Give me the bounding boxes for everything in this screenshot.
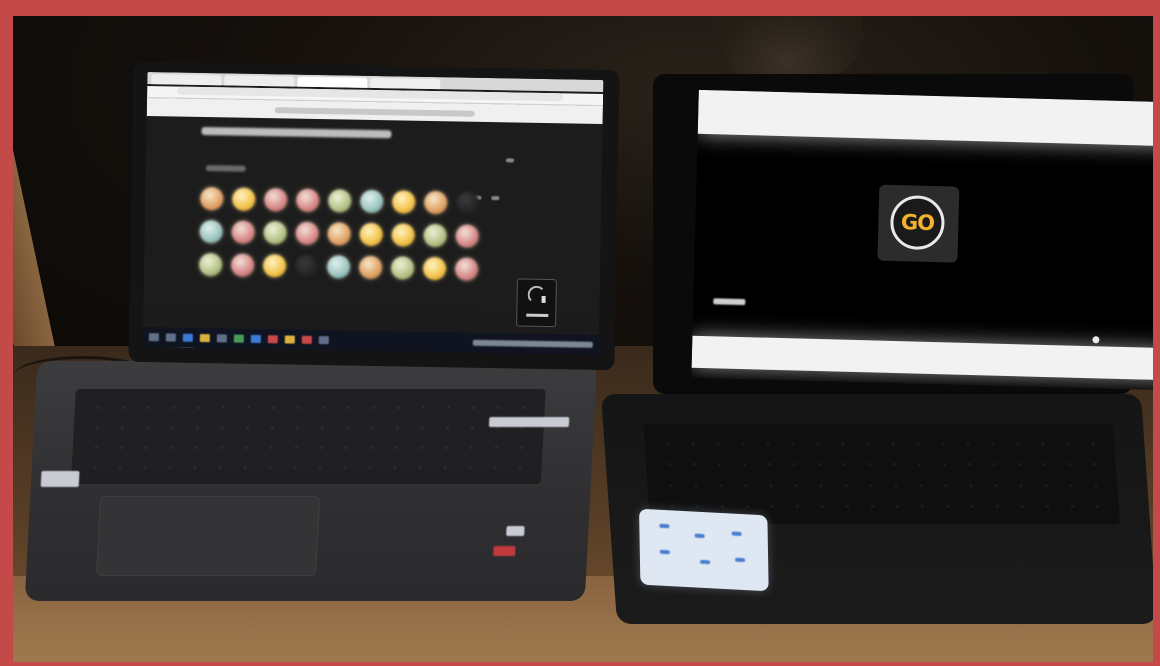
go-label: GO: [900, 210, 935, 236]
coin-option[interactable]: [423, 223, 447, 248]
left-laptop-base: [24, 361, 598, 601]
coin-option[interactable]: [295, 221, 319, 246]
taskbar-icon[interactable]: [318, 336, 329, 345]
photo: GO: [13, 16, 1153, 662]
phone: [639, 508, 769, 592]
question-text: [201, 126, 392, 139]
taskbar-icon[interactable]: [165, 333, 176, 342]
left-touchpad: [96, 496, 321, 576]
coin-row: [200, 186, 480, 215]
left-laptop-lid: [128, 61, 620, 371]
coin-option[interactable]: [231, 220, 255, 244]
right-screen: GO: [691, 89, 1153, 391]
coin-option[interactable]: [232, 187, 256, 211]
taskbar: [142, 326, 599, 355]
taskbar-icon[interactable]: [301, 335, 312, 344]
coin-option[interactable]: [390, 256, 415, 280]
coin-grid: [198, 186, 480, 291]
coin-option[interactable]: [264, 188, 288, 212]
coin-option[interactable]: [296, 188, 320, 213]
small-control[interactable]: [505, 158, 515, 163]
coin-option[interactable]: [391, 223, 415, 247]
left-sticker-3: [506, 526, 525, 536]
right-keyboard: [643, 424, 1121, 524]
coin-option[interactable]: [262, 254, 287, 278]
coin-row: [199, 219, 479, 248]
left-sticker-4: [493, 546, 516, 556]
coin-option[interactable]: [454, 257, 479, 281]
left-sticker-2: [488, 417, 570, 427]
coin-option[interactable]: [328, 189, 352, 213]
gauge-value-mark: [541, 295, 546, 304]
left-keyboard: [70, 389, 546, 484]
taskbar-icon[interactable]: [233, 334, 244, 343]
start-icon[interactable]: [148, 333, 159, 342]
coin-row: [198, 252, 479, 281]
lamp-shade: [713, 16, 863, 76]
right-laptop-lid: GO: [653, 74, 1153, 394]
coin-option[interactable]: [199, 219, 223, 244]
coin-option[interactable]: [327, 222, 351, 246]
taskbar-icon[interactable]: [182, 333, 193, 342]
left-screen: [142, 72, 604, 355]
coin-option[interactable]: [360, 189, 384, 214]
legend-label: [205, 165, 246, 172]
coin-option[interactable]: [392, 190, 416, 214]
coin-option[interactable]: [198, 252, 223, 277]
phone-key: [659, 549, 670, 555]
left-sticker-1: [40, 471, 80, 487]
bottom-bar: [691, 335, 1153, 381]
coin-option[interactable]: [359, 222, 383, 247]
top-bar: [697, 89, 1153, 147]
coin-option[interactable]: [263, 221, 287, 245]
browser-tab[interactable]: [224, 75, 295, 87]
coin-option[interactable]: [455, 224, 479, 248]
coin-option[interactable]: [358, 255, 383, 280]
arrows-icon: [526, 313, 549, 318]
taskbar-icon[interactable]: [267, 335, 278, 344]
system-tray[interactable]: [472, 339, 593, 348]
go-tile[interactable]: GO: [877, 184, 960, 263]
taskbar-icon[interactable]: [199, 333, 210, 343]
coin-option[interactable]: [422, 256, 447, 281]
coin-option[interactable]: [456, 191, 480, 215]
browser-tab-active[interactable]: [297, 76, 368, 88]
coin-option[interactable]: [230, 253, 255, 277]
phone-key: [694, 533, 705, 539]
coin-option[interactable]: [424, 190, 448, 215]
coin-option[interactable]: [294, 254, 319, 279]
side-card[interactable]: [516, 278, 557, 328]
phone-key: [700, 559, 711, 565]
taskbar-icon[interactable]: [250, 334, 261, 344]
go-button[interactable]: GO: [889, 194, 946, 251]
phone-key: [731, 531, 742, 537]
coin-option[interactable]: [200, 186, 224, 211]
small-control[interactable]: [491, 196, 500, 201]
brand-logo: [713, 298, 746, 306]
dot-indicator: [1092, 336, 1100, 344]
right-laptop-base: [600, 394, 1153, 624]
info-bar-text: [274, 107, 475, 117]
taskbar-icon[interactable]: [284, 335, 295, 344]
browser-tab[interactable]: [151, 74, 222, 86]
taskbar-icon[interactable]: [216, 334, 227, 343]
phone-key: [659, 523, 670, 529]
phone-key: [735, 557, 746, 563]
browser-tab[interactable]: [370, 77, 441, 90]
coin-option[interactable]: [326, 255, 351, 279]
